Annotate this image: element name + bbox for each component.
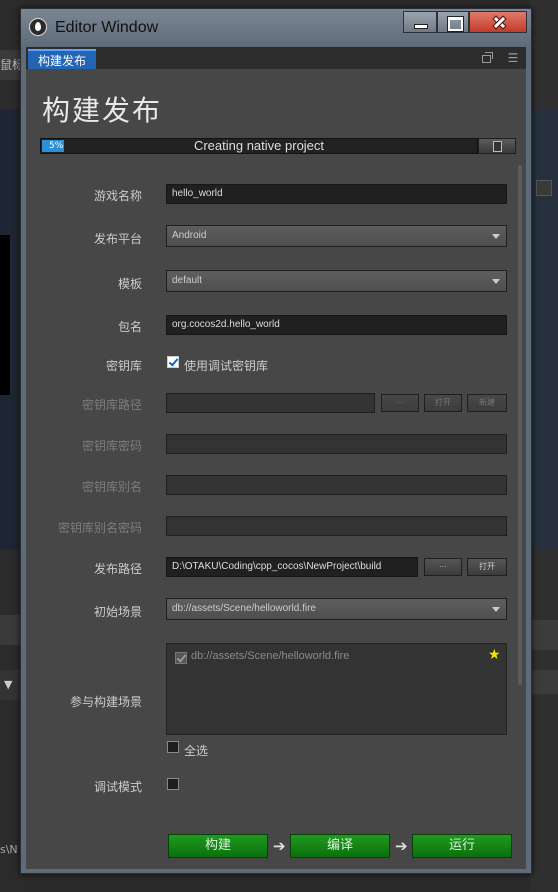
build-path-input[interactable]: D:\OTAKU\Coding\cpp_cocos\NewProject\bui…: [166, 557, 418, 577]
debug-keystore-checkbox[interactable]: [167, 356, 179, 368]
package-label: 包名: [117, 320, 142, 334]
menu-icon[interactable]: ☰: [506, 51, 520, 65]
star-icon: ★: [488, 647, 501, 663]
select-all-label: 全选: [184, 744, 209, 758]
background-canvas-edge: [0, 235, 10, 395]
keystore-browse-button[interactable]: ···: [381, 394, 419, 412]
background-editor-right: [530, 0, 558, 892]
keystore-alias-label: 密钥库别名: [81, 480, 142, 494]
build-path-open-button[interactable]: 打开: [467, 558, 507, 576]
keystore-open-button[interactable]: 打开: [424, 394, 462, 412]
scrollbar[interactable]: [518, 165, 522, 685]
game-name-label: 游戏名称: [93, 189, 142, 203]
minimize-button[interactable]: [403, 11, 437, 33]
chevron-down-icon: [492, 234, 500, 239]
template-select[interactable]: default: [166, 270, 507, 292]
cocos-app-icon: [29, 18, 47, 36]
keystore-alias-password-label: 密钥库别名密码: [57, 521, 142, 535]
select-all-checkbox[interactable]: [167, 741, 179, 753]
run-button[interactable]: 运行: [412, 834, 512, 858]
build-path-browse-button[interactable]: ···: [424, 558, 462, 576]
template-value: default: [172, 275, 203, 286]
keystore-alias-password-input[interactable]: [166, 516, 507, 536]
keystore-path-label: 密钥库路径: [81, 398, 142, 412]
start-scene-select[interactable]: db://assets/Scene/helloworld.fire: [166, 598, 507, 620]
debug-keystore-label: 使用调试密钥库: [184, 359, 269, 373]
package-input[interactable]: org.cocos2d.hello_world: [166, 315, 507, 335]
background-inspector: [530, 110, 558, 550]
keystore-password-input[interactable]: [166, 434, 507, 454]
platform-select[interactable]: Android: [166, 225, 507, 247]
background-toolbar-right: [530, 670, 558, 694]
progress-status: Creating native project: [193, 138, 325, 153]
background-panel-header-right: [530, 620, 558, 650]
arrow-right-icon: ➔: [273, 837, 286, 855]
build-panel: 构建发布 ☰ 构建发布 5% Creating native project 游…: [26, 47, 526, 869]
build-button[interactable]: 构建: [168, 834, 268, 858]
chevron-down-icon: [492, 279, 500, 284]
keystore-path-input[interactable]: [166, 393, 375, 413]
tab-build-publish[interactable]: 构建发布: [28, 49, 97, 69]
start-scene-label: 初始场景: [93, 605, 142, 619]
window-title: Editor Window: [55, 19, 159, 36]
compile-button[interactable]: 编译: [290, 834, 390, 858]
template-label: 模板: [117, 277, 142, 291]
popout-icon[interactable]: [480, 51, 494, 65]
close-button[interactable]: [469, 11, 527, 33]
game-name-input[interactable]: hello_world: [166, 184, 507, 204]
tab-bar: 构建发布 ☰: [26, 47, 526, 69]
debug-mode-checkbox[interactable]: [167, 778, 179, 790]
open-log-button[interactable]: [478, 138, 516, 154]
build-scenes-list: db://assets/Scene/helloworld.fire ★: [166, 643, 507, 735]
start-scene-value: db://assets/Scene/helloworld.fire: [172, 603, 316, 614]
window-titlebar[interactable]: Editor Window: [21, 9, 531, 47]
arrow-right-icon: ➔: [395, 837, 408, 855]
keystore-alias-input[interactable]: [166, 475, 507, 495]
keystore-label: 密钥库: [105, 359, 142, 373]
page-title: 构建发布: [42, 94, 163, 127]
build-progress-bar: 5% Creating native project: [40, 138, 478, 154]
background-checkbox: [536, 180, 552, 196]
build-path-label: 发布路径: [93, 562, 142, 576]
keystore-new-button[interactable]: 新建: [467, 394, 507, 412]
scene-item-checkbox[interactable]: [175, 652, 187, 664]
editor-window: Editor Window 构建发布 ☰ 构建发布 5% Creating na…: [20, 8, 532, 874]
build-scenes-label: 参与构建场景: [69, 695, 142, 709]
platform-label: 发布平台: [93, 232, 142, 246]
maximize-button[interactable]: [437, 11, 469, 33]
debug-mode-label: 调试模式: [93, 780, 142, 794]
scene-item-name: db://assets/Scene/helloworld.fire: [191, 650, 350, 662]
platform-value: Android: [172, 230, 207, 241]
keystore-password-label: 密钥库密码: [81, 439, 142, 453]
chevron-down-icon: [492, 607, 500, 612]
